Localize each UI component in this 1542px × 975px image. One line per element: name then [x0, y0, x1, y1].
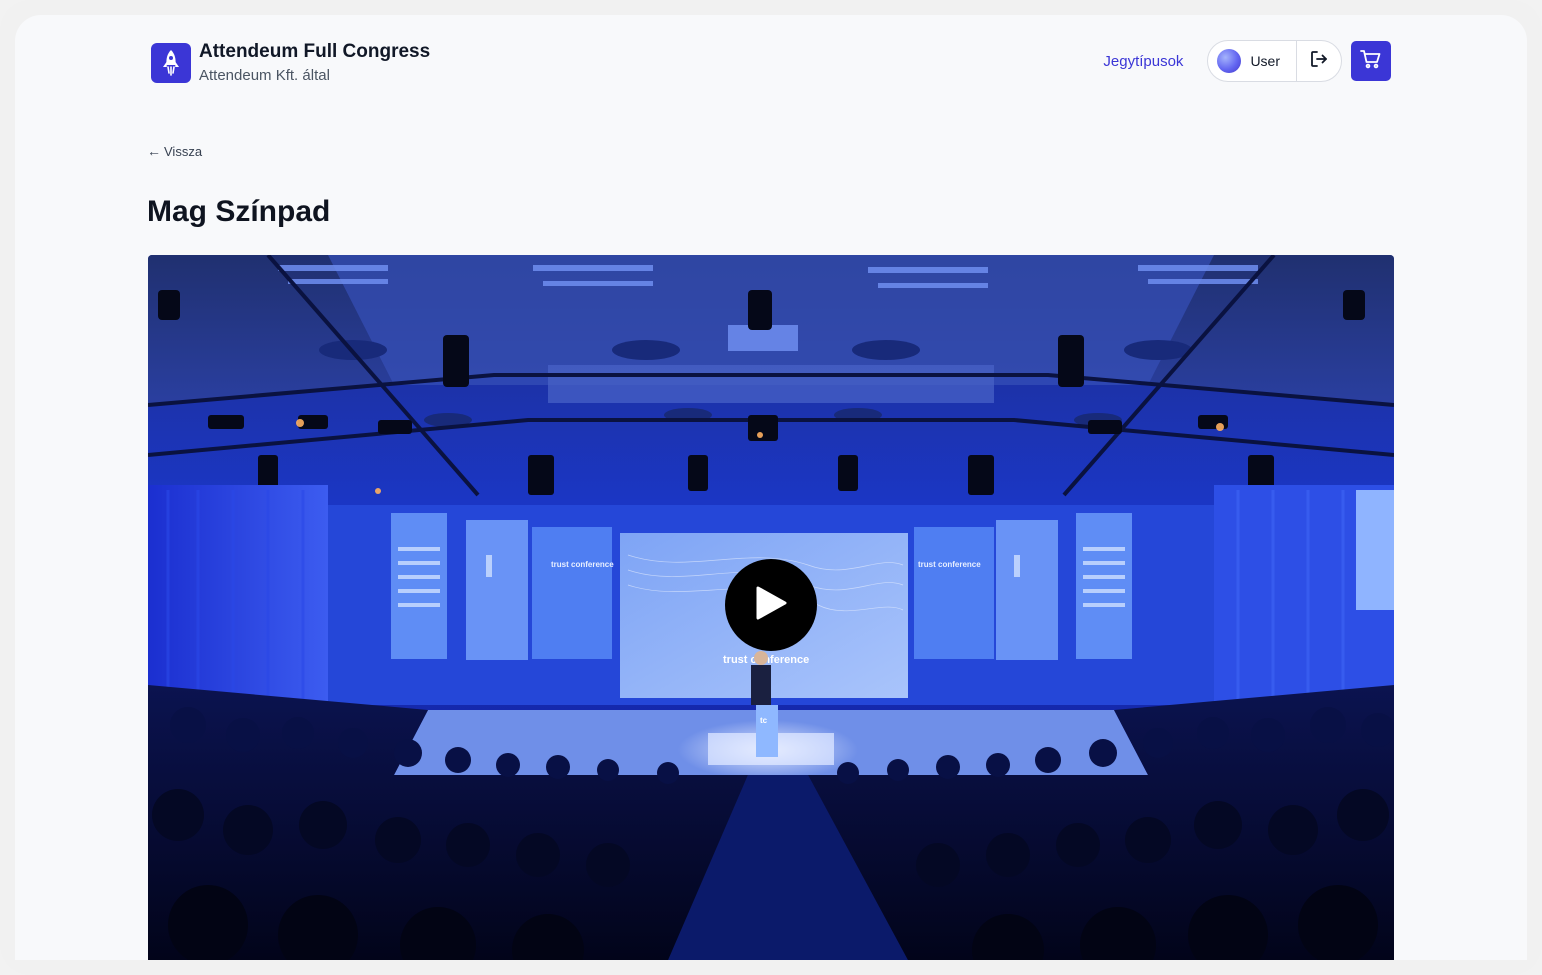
- event-title: Attendeum Full Congress: [199, 41, 431, 62]
- header-nav: Jegytípusok User: [1103, 40, 1391, 82]
- play-icon: [754, 585, 788, 626]
- side-panel-left-text: trust conference: [551, 560, 614, 569]
- device-frame: Attendeum Full Congress Attendeum Kft. á…: [0, 0, 1542, 975]
- brand[interactable]: Attendeum Full Congress Attendeum Kft. á…: [151, 41, 430, 85]
- cart-button[interactable]: [1351, 41, 1391, 81]
- event-organizer: Attendeum Kft. által: [199, 67, 330, 84]
- side-panel-right-text: trust conference: [918, 560, 981, 569]
- back-label: Vissza: [164, 143, 203, 159]
- arrow-left-icon: ←: [147, 143, 161, 159]
- logout-icon: [1309, 49, 1329, 74]
- video-player[interactable]: trust conference trust conference trust …: [148, 255, 1394, 960]
- cart-icon: [1360, 49, 1382, 74]
- page: Attendeum Full Congress Attendeum Kft. á…: [15, 15, 1527, 960]
- play-button[interactable]: [725, 559, 817, 651]
- user-button[interactable]: User: [1208, 41, 1297, 81]
- avatar: [1217, 49, 1242, 73]
- podium-text: tc: [760, 716, 768, 725]
- page-title: Mag Színpad: [147, 195, 331, 228]
- user-label: User: [1250, 53, 1280, 69]
- back-link[interactable]: ← Vissza: [147, 143, 202, 159]
- user-group: User: [1207, 40, 1342, 82]
- logout-button[interactable]: [1297, 41, 1341, 81]
- ticket-types-link[interactable]: Jegytípusok: [1103, 53, 1183, 70]
- rocket-icon: [151, 43, 191, 83]
